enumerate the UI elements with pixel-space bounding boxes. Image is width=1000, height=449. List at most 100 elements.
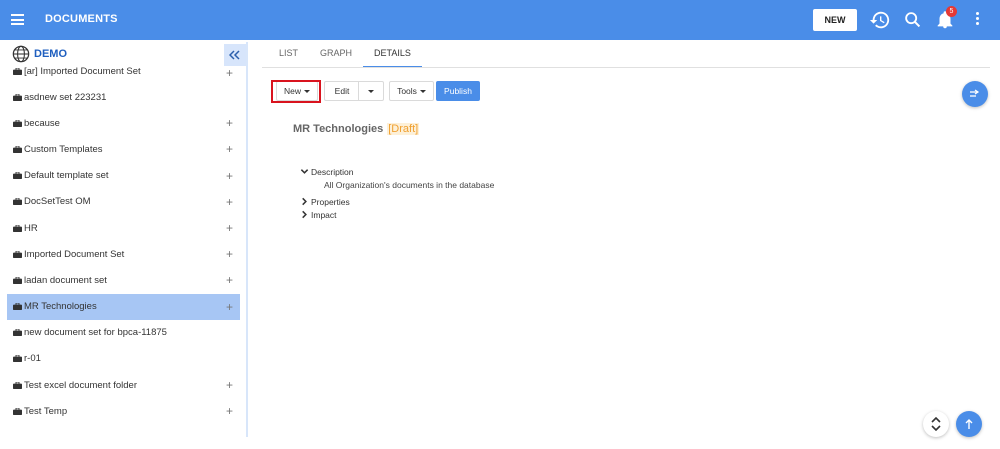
briefcase-icon xyxy=(13,381,22,389)
double-chevron-left-icon xyxy=(229,50,240,60)
briefcase-icon xyxy=(13,329,22,337)
tools-dropdown-button[interactable]: Tools xyxy=(389,81,434,101)
highlight-box xyxy=(271,80,321,103)
globe-icon xyxy=(12,45,30,63)
chevron-down-icon xyxy=(300,169,309,174)
sidebar-item-label: new document set for bpca-11875 xyxy=(24,327,167,339)
sidebar-item-label: Custom Templates xyxy=(24,143,103,155)
root-label[interactable]: DEMO xyxy=(34,48,67,60)
add-child-icon[interactable]: + xyxy=(226,221,233,235)
status-badge: [Draft] xyxy=(387,123,420,135)
briefcase-icon xyxy=(13,198,22,206)
view-tabs: LIST GRAPH DETAILS xyxy=(268,44,422,68)
sidebar-item-label: DocSetTest OM xyxy=(24,196,91,208)
sidebar-item[interactable]: HR + xyxy=(7,215,240,241)
more-options-icon[interactable] xyxy=(974,12,980,28)
briefcase-icon xyxy=(13,119,22,127)
document-title: MR Technologies [Draft] xyxy=(293,123,420,135)
sidebar-item[interactable]: asdnew set 223231 xyxy=(7,84,240,110)
briefcase-icon xyxy=(13,250,22,258)
tab-details[interactable]: DETAILS xyxy=(363,44,422,68)
arrow-up-icon xyxy=(965,419,973,429)
sidebar-item[interactable]: Imported Document Set + xyxy=(7,241,240,267)
tools-label: Tools xyxy=(397,86,417,96)
edit-dropdown-toggle[interactable] xyxy=(358,81,384,101)
details-tree-collapsed: Properties Impact xyxy=(300,195,350,221)
history-icon[interactable] xyxy=(869,9,891,31)
sidebar-item[interactable]: MR Technologies + xyxy=(7,293,240,320)
document-title-text: MR Technologies xyxy=(293,123,384,135)
briefcase-icon xyxy=(13,68,22,75)
arrow-right-icon xyxy=(970,89,980,97)
add-child-icon[interactable]: + xyxy=(226,169,233,183)
briefcase-icon xyxy=(13,407,22,415)
new-button[interactable]: NEW xyxy=(813,9,857,31)
expand-collapse-button[interactable] xyxy=(923,411,949,437)
notification-badge: 5 xyxy=(946,6,957,17)
details-tree: Description xyxy=(300,165,354,178)
sidebar-item[interactable]: DocSetTest OM + xyxy=(7,189,240,215)
briefcase-icon xyxy=(13,224,22,232)
sidebar-item[interactable]: r-01 xyxy=(7,346,240,372)
add-child-icon[interactable]: + xyxy=(226,66,233,80)
add-child-icon[interactable]: + xyxy=(226,142,233,156)
impact-section-toggle[interactable]: Impact xyxy=(300,208,350,221)
briefcase-icon xyxy=(13,303,22,311)
caret-down-icon xyxy=(419,89,426,93)
briefcase-icon xyxy=(13,276,22,284)
menu-icon[interactable] xyxy=(11,14,24,25)
collapse-panel-button[interactable] xyxy=(962,81,988,107)
sidebar-header: DEMO xyxy=(7,42,246,66)
briefcase-icon xyxy=(13,145,22,153)
briefcase-icon xyxy=(13,172,22,180)
sidebar-item-label: ladan document set xyxy=(24,274,107,286)
add-child-icon[interactable]: + xyxy=(226,273,233,287)
sidebar-item[interactable]: [ar] Imported Document Set + xyxy=(7,66,240,84)
tab-graph[interactable]: GRAPH xyxy=(309,44,363,68)
chevron-up-down-icon xyxy=(931,417,941,431)
collapse-sidebar-button[interactable] xyxy=(224,44,246,66)
add-child-icon[interactable]: + xyxy=(226,404,233,418)
document-set-list: [ar] Imported Document Set + asdnew set 22… xyxy=(7,66,240,424)
add-child-icon[interactable]: + xyxy=(226,116,233,130)
sidebar-item-label: asdnew set 223231 xyxy=(24,91,107,103)
edit-button[interactable]: Edit xyxy=(324,81,359,101)
chevron-right-icon xyxy=(302,210,307,219)
add-child-icon[interactable]: + xyxy=(226,247,233,261)
sidebar-item-label: HR xyxy=(24,222,38,234)
top-bar: DOCUMENTS NEW 5 xyxy=(0,0,1000,40)
sidebar-item[interactable]: new document set for bpca-11875 xyxy=(7,320,240,346)
sidebar-item[interactable]: Default template set + xyxy=(7,163,240,189)
add-child-icon[interactable]: + xyxy=(226,195,233,209)
description-text: All Organization's documents in the data… xyxy=(324,180,495,190)
properties-label: Properties xyxy=(311,196,350,207)
sidebar-item[interactable]: ladan document set + xyxy=(7,267,240,293)
tab-divider xyxy=(262,67,990,68)
sidebar-item-label: because xyxy=(24,117,60,129)
sidebar-item-label: [ar] Imported Document Set xyxy=(24,66,141,77)
sidebar-item[interactable]: Test Temp + xyxy=(7,398,240,424)
sidebar-item-label: r-01 xyxy=(24,353,41,365)
add-child-icon[interactable]: + xyxy=(226,300,233,314)
tab-list[interactable]: LIST xyxy=(268,44,309,68)
sidebar-item-label: Test excel document folder xyxy=(24,379,138,391)
add-child-icon[interactable]: + xyxy=(226,378,233,392)
sidebar-item-label: Test Temp xyxy=(24,405,68,417)
caret-down-icon xyxy=(368,89,374,93)
app-title: DOCUMENTS xyxy=(45,13,118,25)
briefcase-icon xyxy=(13,93,22,101)
chevron-right-icon xyxy=(302,197,307,206)
scroll-to-top-button[interactable] xyxy=(956,411,982,437)
properties-section-toggle[interactable]: Properties xyxy=(300,195,350,208)
sidebar-item[interactable]: Custom Templates + xyxy=(7,136,240,162)
sidebar-item-label: MR Technologies xyxy=(24,301,97,313)
sidebar: DEMO [ar] Imported Document Set + asdnew s… xyxy=(7,42,248,437)
impact-label: Impact xyxy=(311,209,337,220)
description-label: Description xyxy=(311,166,354,177)
description-section-toggle[interactable]: Description xyxy=(300,165,354,178)
publish-button[interactable]: Publish xyxy=(436,81,480,101)
sidebar-item[interactable]: because + xyxy=(7,110,240,136)
search-icon[interactable] xyxy=(902,9,924,31)
edit-label: Edit xyxy=(334,86,350,96)
sidebar-item[interactable]: Test excel document folder + xyxy=(7,372,240,398)
